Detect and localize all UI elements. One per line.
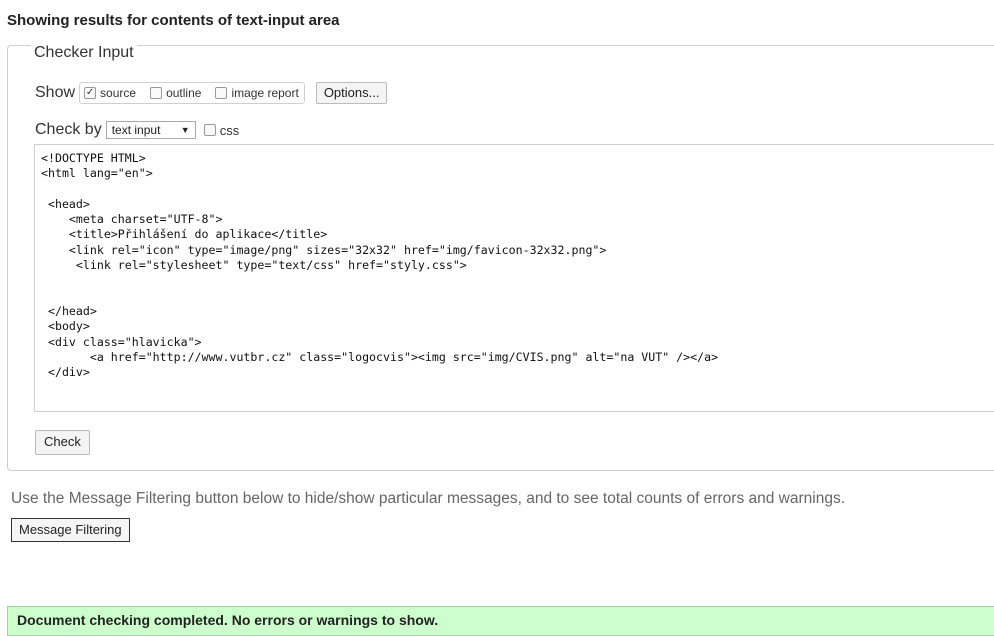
css-checkbox-box[interactable] [203, 124, 216, 136]
source-checkbox-label: source [100, 86, 137, 100]
source-code: <!DOCTYPE HTML> <html lang="en"> <head> … [41, 151, 719, 380]
source-textarea[interactable]: <!DOCTYPE HTML> <html lang="en"> <head> … [34, 144, 994, 412]
show-row: Show ✓ source outline image report Optio… [35, 82, 388, 104]
checker-input-legend: Checker Input [31, 44, 137, 62]
status-success-banner: Document checking completed. No errors o… [7, 606, 994, 636]
check-by-row: Check by text input ▼ css [35, 121, 239, 139]
css-checkbox[interactable]: css [203, 122, 240, 138]
outline-checkbox-label: outline [166, 86, 202, 100]
check-by-select[interactable]: text input ▼ [105, 121, 196, 139]
page-heading: Showing results for contents of text-inp… [7, 12, 340, 29]
source-checkbox-box[interactable]: ✓ [84, 87, 97, 99]
options-button[interactable]: Options... [315, 82, 388, 104]
image-report-checkbox-label: image report [231, 86, 299, 100]
show-options-group: ✓ source outline image report [79, 82, 305, 104]
check-by-label: Check by [35, 121, 102, 138]
message-filtering-info: Use the Message Filtering button below t… [11, 490, 846, 507]
dropdown-caret-icon: ▼ [180, 125, 190, 135]
image-report-checkbox-box[interactable] [215, 87, 228, 99]
message-filtering-button[interactable]: Message Filtering [11, 518, 130, 542]
show-outline-checkbox[interactable]: outline [150, 86, 201, 100]
show-source-checkbox[interactable]: ✓ source [84, 86, 136, 100]
outline-checkbox-box[interactable] [150, 87, 163, 99]
css-checkbox-label: css [219, 122, 240, 138]
show-image-report-checkbox[interactable]: image report [215, 86, 299, 100]
check-button[interactable]: Check [35, 430, 90, 455]
show-label: Show [35, 84, 76, 101]
check-by-selected-value: text input [111, 123, 161, 137]
